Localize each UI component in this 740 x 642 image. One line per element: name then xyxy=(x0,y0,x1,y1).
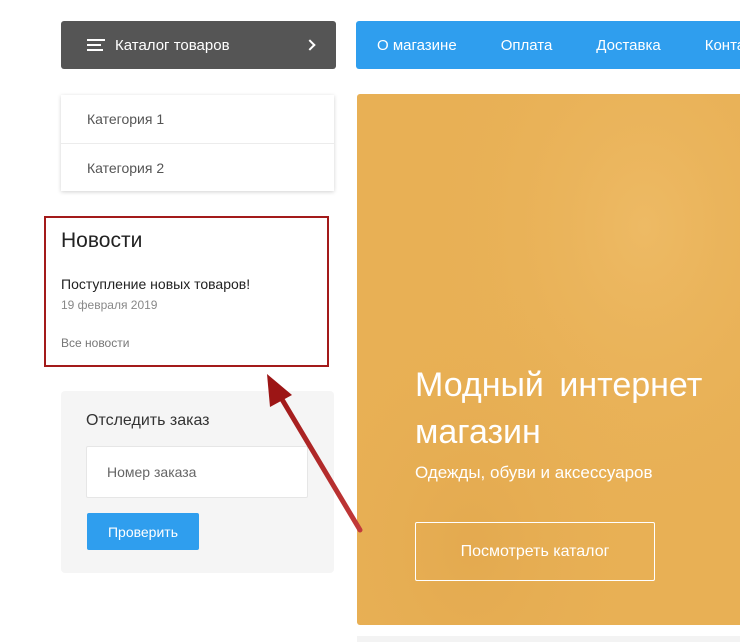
news-heading: Новости xyxy=(61,229,143,252)
top-navigation: О магазине Оплата Доставка Контакты xyxy=(356,21,740,69)
category-item-1[interactable]: Категория 1 xyxy=(61,95,334,143)
order-tracking-widget: Отследить заказ Проверить xyxy=(61,391,334,573)
nav-item-contacts[interactable]: Контакты xyxy=(705,37,740,54)
content-strip xyxy=(357,636,740,642)
view-catalog-button[interactable]: Посмотреть каталог xyxy=(415,522,655,581)
check-order-button[interactable]: Проверить xyxy=(87,513,199,550)
nav-item-about[interactable]: О магазине xyxy=(377,37,457,54)
category-list: Категория 1 Категория 2 xyxy=(61,95,334,191)
catalog-menu-button[interactable]: Каталог товаров xyxy=(61,21,336,69)
all-news-link[interactable]: Все новости xyxy=(61,336,129,350)
catalog-menu-label: Каталог товаров xyxy=(115,36,230,54)
news-item-link[interactable]: Поступление новых товаров! xyxy=(61,276,250,292)
hamburger-icon xyxy=(87,39,105,51)
nav-item-payment[interactable]: Оплата xyxy=(501,37,553,54)
nav-item-delivery[interactable]: Доставка xyxy=(596,37,660,54)
order-number-input[interactable] xyxy=(86,446,308,498)
order-tracking-title: Отследить заказ xyxy=(86,412,210,429)
hero-banner: Модный интернет магазин Одежды, обуви и … xyxy=(357,94,740,625)
hero-title: Модный интернет магазин xyxy=(415,366,703,451)
chevron-right-icon xyxy=(304,39,316,51)
news-widget: Новости Поступление новых товаров! 19 фе… xyxy=(44,216,329,367)
hero-subtitle: Одежды, обуви и аксессуаров xyxy=(415,463,653,482)
category-item-2[interactable]: Категория 2 xyxy=(61,143,334,191)
news-item-date: 19 февраля 2019 xyxy=(61,298,158,312)
